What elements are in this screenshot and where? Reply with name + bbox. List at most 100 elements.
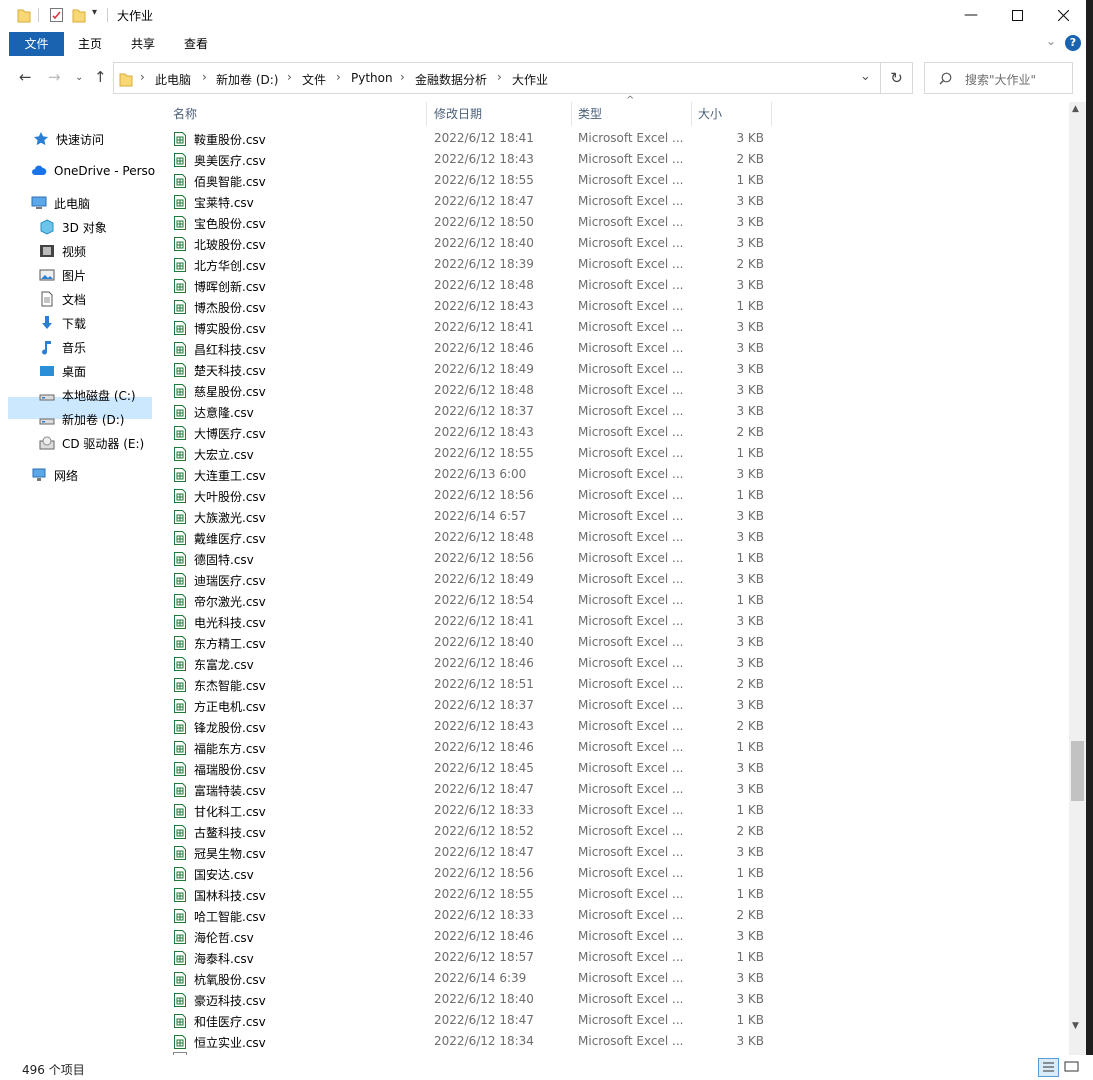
file-row[interactable]: 鞍重股份.csv 2022/6/12 18:41 Microsoft Excel .… (163, 128, 771, 149)
sidebar-item[interactable]: 此电脑 (31, 192, 90, 214)
file-row[interactable]: 大族激光.csv 2022/6/14 6:57 Microsoft Excel ..… (163, 506, 771, 527)
column-divider[interactable] (571, 102, 572, 126)
file-row[interactable]: 和佳医疗.csv 2022/6/12 18:47 Microsoft Excel .… (163, 1010, 771, 1031)
refresh-button[interactable]: ↻ (881, 62, 913, 94)
tab-home[interactable]: 主页 (70, 32, 110, 56)
scroll-up-icon[interactable]: ▲ (1072, 104, 1079, 114)
file-row[interactable]: 东方精工.csv 2022/6/12 18:40 Microsoft Excel .… (163, 632, 771, 653)
file-row[interactable]: 电光科技.csv 2022/6/12 18:41 Microsoft Excel .… (163, 611, 771, 632)
file-row[interactable]: 博晖创新.csv 2022/6/12 18:48 Microsoft Excel .… (163, 275, 771, 296)
file-row[interactable]: 国安达.csv 2022/6/12 18:56 Microsoft Excel ..… (163, 863, 771, 884)
details-view-button[interactable] (1038, 1058, 1059, 1077)
tab-share[interactable]: 共享 (123, 32, 163, 56)
file-row[interactable]: 迪瑞医疗.csv 2022/6/12 18:49 Microsoft Excel .… (163, 569, 771, 590)
breadcrumb-python[interactable]: Python (351, 71, 393, 85)
file-row[interactable]: 博实股份.csv 2022/6/12 18:41 Microsoft Excel .… (163, 317, 771, 338)
properties-icon[interactable] (49, 7, 64, 23)
file-row[interactable]: 博杰股份.csv 2022/6/12 18:43 Microsoft Excel .… (163, 296, 771, 317)
search-input[interactable]: 搜索"大作业" (924, 62, 1073, 94)
close-button[interactable] (1040, 0, 1086, 30)
file-row[interactable]: 北玻股份.csv 2022/6/12 18:40 Microsoft Excel .… (163, 233, 771, 254)
maximize-button[interactable] (994, 0, 1040, 30)
file-row[interactable]: 佰奥智能.csv 2022/6/12 18:55 Microsoft Excel .… (163, 170, 771, 191)
column-divider[interactable] (426, 102, 427, 126)
sidebar-item[interactable]: 网络 (31, 464, 78, 486)
large-icons-view-button[interactable] (1062, 1058, 1082, 1077)
file-row[interactable]: 古鳌科技.csv 2022/6/12 18:52 Microsoft Excel .… (163, 821, 771, 842)
quick-access-dropdown-icon[interactable]: ▾ (92, 7, 97, 18)
sidebar-item[interactable]: 音乐 (39, 336, 86, 358)
sidebar-item[interactable]: 下载 (39, 312, 86, 334)
forward-arrow-icon[interactable]: → (48, 68, 61, 86)
tab-view[interactable]: 查看 (176, 32, 216, 56)
file-row[interactable]: 楚天科技.csv 2022/6/12 18:49 Microsoft Excel .… (163, 359, 771, 380)
file-row[interactable]: 慈星股份.csv 2022/6/12 18:48 Microsoft Excel .… (163, 380, 771, 401)
file-row[interactable]: 德固特.csv 2022/6/12 18:56 Microsoft Excel ..… (163, 548, 771, 569)
tab-file[interactable]: 文件 (9, 32, 64, 56)
scrollbar-thumb[interactable] (1071, 741, 1084, 801)
file-row[interactable]: 海伦哲.csv 2022/6/12 18:46 Microsoft Excel ..… (163, 926, 771, 947)
up-arrow-icon[interactable]: ↑ (94, 68, 107, 86)
file-row[interactable]: 大连重工.csv 2022/6/13 6:00 Microsoft Excel ..… (163, 464, 771, 485)
sidebar-item[interactable]: 本地磁盘 (C:) (39, 384, 136, 406)
sidebar-item[interactable]: 文档 (39, 288, 86, 310)
breadcrumb-this-pc[interactable]: 此电脑 (155, 71, 191, 88)
sidebar-item[interactable]: 视频 (39, 240, 86, 262)
back-arrow-icon[interactable]: ← (19, 68, 32, 86)
file-row[interactable]: 大叶股份.csv 2022/6/12 18:56 Microsoft Excel .… (163, 485, 771, 506)
file-row[interactable]: 杭氧股份.csv 2022/6/14 6:39 Microsoft Excel ..… (163, 968, 771, 989)
sidebar-item[interactable]: CD 驱动器 (E:) (39, 432, 144, 454)
file-row[interactable]: 恒立实业.csv 2022/6/12 18:34 Microsoft Excel .… (163, 1031, 771, 1052)
sidebar-item[interactable]: 图片 (39, 264, 86, 286)
breadcrumb-drive-d[interactable]: 新加卷 (D:) (216, 71, 278, 88)
file-row[interactable]: 国林科技.csv 2022/6/12 18:55 Microsoft Excel .… (163, 884, 771, 905)
breadcrumb-files[interactable]: 文件 (302, 71, 326, 88)
column-divider[interactable] (771, 102, 772, 126)
file-row[interactable]: 锋龙股份.csv 2022/6/12 18:43 Microsoft Excel .… (163, 716, 771, 737)
recent-locations-icon[interactable]: ⌄ (75, 72, 83, 83)
column-header-name[interactable]: 名称 (173, 102, 197, 126)
sidebar-item[interactable]: OneDrive - Perso (31, 160, 155, 182)
vertical-scrollbar[interactable]: ▲ ▼ (1069, 102, 1086, 1055)
file-row[interactable]: 甘化科工.csv 2022/6/12 18:33 Microsoft Excel .… (163, 800, 771, 821)
column-divider[interactable] (691, 102, 692, 126)
file-row[interactable]: 奥美医疗.csv 2022/6/12 18:43 Microsoft Excel .… (163, 149, 771, 170)
expand-ribbon-icon[interactable]: ⌄ (1046, 34, 1056, 48)
file-row[interactable]: 福能东方.csv 2022/6/12 18:46 Microsoft Excel .… (163, 737, 771, 758)
file-row[interactable]: 戴维医疗.csv 2022/6/12 18:48 Microsoft Excel .… (163, 527, 771, 548)
file-row[interactable]: 宝色股份.csv 2022/6/12 18:50 Microsoft Excel .… (163, 212, 771, 233)
file-row[interactable]: 冠昊生物.csv 2022/6/12 18:47 Microsoft Excel .… (163, 842, 771, 863)
address-bar[interactable]: › 此电脑 › 新加卷 (D:) › 文件 › Python › 金融数据分析 … (113, 62, 881, 94)
new-folder-icon[interactable] (72, 7, 86, 23)
sidebar-item[interactable]: 新加卷 (D:) (39, 408, 124, 430)
address-dropdown-icon[interactable]: ⌄ (860, 69, 871, 84)
file-row[interactable]: 东富龙.csv 2022/6/12 18:46 Microsoft Excel ..… (163, 653, 771, 674)
sidebar-item[interactable]: 桌面 (39, 360, 86, 382)
file-row[interactable]: 昌红科技.csv 2022/6/12 18:46 Microsoft Excel .… (163, 338, 771, 359)
file-row[interactable]: 宝莱特.csv 2022/6/12 18:47 Microsoft Excel ..… (163, 191, 771, 212)
file-row[interactable]: 大博医疗.csv 2022/6/12 18:43 Microsoft Excel .… (163, 422, 771, 443)
file-row[interactable]: 海泰科.csv 2022/6/12 18:57 Microsoft Excel ..… (163, 947, 771, 968)
file-row[interactable]: 大宏立.csv 2022/6/12 18:55 Microsoft Excel ..… (163, 443, 771, 464)
sidebar-item[interactable]: 快速访问 (33, 128, 104, 150)
minimize-button[interactable]: — (948, 0, 994, 30)
file-row[interactable]: 达意隆.csv 2022/6/12 18:37 Microsoft Excel ..… (163, 401, 771, 422)
file-row[interactable]: 富瑞特装.csv 2022/6/12 18:47 Microsoft Excel .… (163, 779, 771, 800)
file-row[interactable]: 哈工智能.csv 2022/6/12 18:33 Microsoft Excel .… (163, 905, 771, 926)
file-row[interactable]: 豪迈科技.csv 2022/6/12 18:40 Microsoft Excel .… (163, 989, 771, 1010)
breadcrumb-finance[interactable]: 金融数据分析 (415, 71, 487, 88)
breadcrumb-separator: › (400, 70, 405, 84)
column-header-date[interactable]: 修改日期 (434, 102, 482, 126)
column-header-size[interactable]: 大小 (698, 102, 722, 126)
sidebar-item[interactable]: 3D 对象 (39, 216, 107, 238)
file-row[interactable]: 东杰智能.csv 2022/6/12 18:51 Microsoft Excel .… (163, 674, 771, 695)
file-row[interactable]: 福瑞股份.csv 2022/6/12 18:45 Microsoft Excel .… (163, 758, 771, 779)
file-row[interactable]: 帝尔激光.csv 2022/6/12 18:54 Microsoft Excel .… (163, 590, 771, 611)
file-size: 3 KB (736, 278, 764, 292)
file-row[interactable]: 方正电机.csv 2022/6/12 18:37 Microsoft Excel .… (163, 695, 771, 716)
help-icon[interactable]: ? (1065, 35, 1081, 51)
column-header-type[interactable]: 类型 (578, 102, 602, 126)
breadcrumb-current[interactable]: 大作业 (512, 71, 548, 88)
scroll-down-icon[interactable]: ▼ (1072, 1021, 1079, 1031)
file-row[interactable]: 北方华创.csv 2022/6/12 18:39 Microsoft Excel .… (163, 254, 771, 275)
